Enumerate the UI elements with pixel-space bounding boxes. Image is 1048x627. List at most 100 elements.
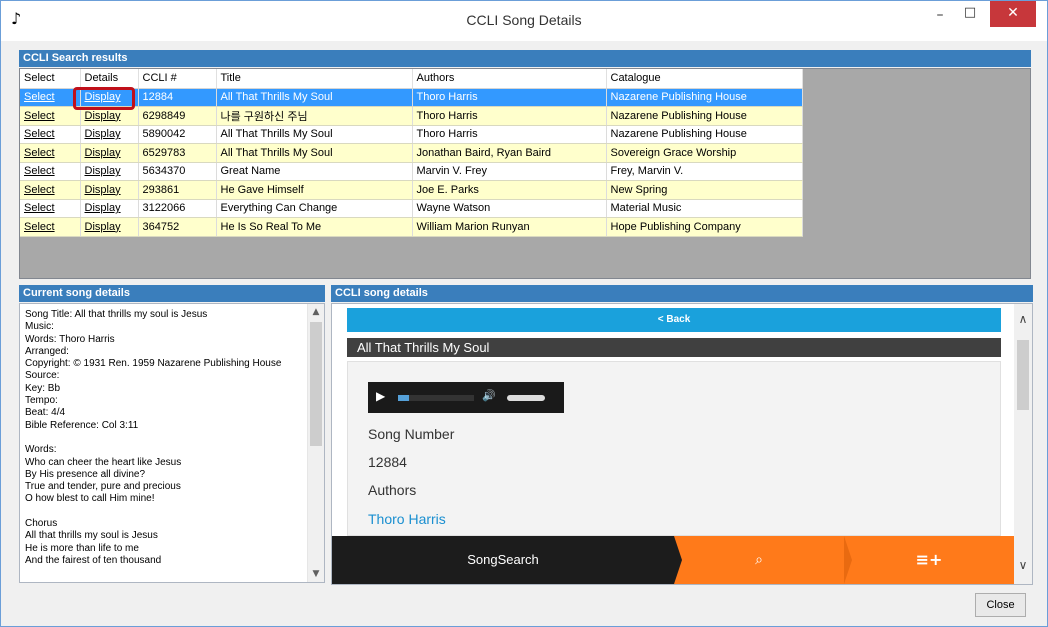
authors-cell: Thoro Harris — [412, 125, 607, 144]
scrollbar-thumb[interactable] — [310, 322, 322, 446]
table-row[interactable]: Select Display 364752 He Is So Real To M… — [20, 217, 803, 237]
title-bar[interactable]: ♪ CCLI Song Details – □ ✕ — [1, 1, 1047, 41]
current-song-details-text-box[interactable]: Song Title: All that thrills my soul is … — [19, 303, 325, 583]
table-row[interactable]: Select Display 6529783 All That Thrills … — [20, 143, 803, 163]
catalogue-cell: Material Music — [606, 199, 803, 218]
volume-slider[interactable] — [507, 395, 545, 401]
authors-cell: Jonathan Baird, Ryan Baird — [412, 143, 607, 163]
select-link[interactable]: Select — [20, 217, 81, 237]
display-link[interactable]: Display — [80, 217, 139, 237]
minimize-button[interactable]: – — [927, 7, 953, 33]
title-cell: He Gave Himself — [216, 180, 413, 200]
maximize-button[interactable]: □ — [957, 5, 983, 31]
select-link[interactable]: Select — [20, 162, 81, 181]
ccli-number-cell: 5634370 — [138, 162, 217, 181]
add-to-list-icon[interactable]: ≡+ — [844, 536, 1014, 584]
table-header-row: Select Details CCLI # Title Authors Cata… — [20, 69, 803, 89]
table-row[interactable]: Select Display 12884 All That Thrills My… — [20, 88, 803, 107]
ccli-web-panel: < Back All That Thrills My Soul ▶ 🔊 Song… — [331, 303, 1033, 585]
display-link[interactable]: Display — [80, 199, 139, 218]
window-title: CCLI Song Details — [466, 12, 582, 28]
nav-divider-arrow — [674, 536, 682, 584]
close-window-button[interactable]: ✕ — [990, 1, 1036, 27]
title-cell: All That Thrills My Soul — [216, 143, 413, 163]
title-cell: Great Name — [216, 162, 413, 181]
ccli-number-cell: 3122066 — [138, 199, 217, 218]
select-link[interactable]: Select — [20, 180, 81, 200]
authors-cell: Marvin V. Frey — [412, 162, 607, 181]
table-row[interactable]: Select Display 5634370 Great Name Marvin… — [20, 162, 803, 181]
select-link[interactable]: Select — [20, 199, 81, 218]
search-results-header: CCLI Search results — [19, 50, 1031, 67]
scroll-down-arrow-icon[interactable]: ∨ — [1014, 558, 1032, 572]
play-icon[interactable]: ▶ — [376, 389, 385, 403]
results-table: Select Details CCLI # Title Authors Cata… — [20, 69, 803, 237]
display-link[interactable]: Display — [80, 180, 139, 200]
column-header-authors[interactable]: Authors — [412, 69, 607, 89]
song-info-card: ▶ 🔊 Song Number 12884 Authors Thoro Harr… — [347, 361, 1001, 536]
close-button[interactable]: Close — [975, 593, 1026, 617]
back-button[interactable]: < Back — [347, 308, 1001, 332]
search-icon[interactable]: ⌕ — [674, 536, 844, 584]
display-link[interactable]: Display — [80, 162, 139, 181]
column-header-title[interactable]: Title — [216, 69, 413, 89]
authors-cell: William Marion Runyan — [412, 217, 607, 237]
table-row[interactable]: Select Display 6298849 나를 구원하신 주님 Thoro … — [20, 106, 803, 126]
scrollbar-thumb[interactable] — [1017, 340, 1029, 410]
authors-cell: Thoro Harris — [412, 88, 607, 107]
audio-player[interactable]: ▶ 🔊 — [368, 382, 564, 413]
ccli-number-cell: 6298849 — [138, 106, 217, 126]
title-cell: All That Thrills My Soul — [216, 88, 413, 107]
ccli-number-cell: 293861 — [138, 180, 217, 200]
author-link[interactable]: Thoro Harris — [368, 511, 446, 527]
scroll-up-arrow-icon[interactable]: ∧ — [1014, 312, 1032, 326]
table-row[interactable]: Select Display 3122066 Everything Can Ch… — [20, 199, 803, 218]
authors-cell: Thoro Harris — [412, 106, 607, 126]
song-details-text: Song Title: All that thrills my soul is … — [25, 309, 282, 566]
ccli-number-cell: 6529783 — [138, 143, 217, 163]
catalogue-cell: Hope Publishing Company — [606, 217, 803, 237]
table-row[interactable]: Select Display 293861 He Gave Himself Jo… — [20, 180, 803, 200]
song-number-label: Song Number — [368, 426, 455, 442]
scroll-up-arrow-icon[interactable]: ▲ — [308, 304, 324, 320]
title-cell: All That Thrills My Soul — [216, 125, 413, 144]
ccli-number-cell: 5890042 — [138, 125, 217, 144]
web-panel-scrollbar[interactable]: ∧ ∨ — [1014, 304, 1032, 584]
authors-label: Authors — [368, 482, 417, 498]
title-cell: Everything Can Change — [216, 199, 413, 218]
table-row[interactable]: Select Display 5890042 All That Thrills … — [20, 125, 803, 144]
volume-icon[interactable]: 🔊 — [482, 389, 496, 402]
column-header-catalogue[interactable]: Catalogue — [606, 69, 803, 89]
select-link[interactable]: Select — [20, 143, 81, 163]
display-highlight-annotation — [73, 87, 135, 110]
song-number-value: 12884 — [368, 454, 407, 470]
column-header-details[interactable]: Details — [80, 69, 139, 89]
search-results-grid[interactable]: Select Details CCLI # Title Authors Cata… — [19, 68, 1031, 279]
select-link[interactable]: Select — [20, 125, 81, 144]
title-cell: 나를 구원하신 주님 — [216, 106, 413, 126]
catalogue-cell: Nazarene Publishing House — [606, 125, 803, 144]
title-cell: He Is So Real To Me — [216, 217, 413, 237]
ccli-number-cell: 12884 — [138, 88, 217, 107]
catalogue-cell: New Spring — [606, 180, 803, 200]
scroll-down-arrow-icon[interactable]: ▼ — [308, 566, 324, 582]
display-link[interactable]: Display — [80, 143, 139, 163]
select-link[interactable]: Select — [20, 88, 81, 107]
ccli-song-details-window: ♪ CCLI Song Details – □ ✕ CCLI Search re… — [0, 0, 1048, 627]
songsearch-nav-button[interactable]: SongSearch — [332, 536, 674, 584]
ccli-number-cell: 364752 — [138, 217, 217, 237]
display-link[interactable]: Display — [80, 125, 139, 144]
nav-divider-arrow — [844, 536, 852, 584]
column-header-ccli[interactable]: CCLI # — [138, 69, 217, 89]
catalogue-cell: Nazarene Publishing House — [606, 106, 803, 126]
audio-progress-bar[interactable] — [398, 395, 474, 401]
song-title-bar: All That Thrills My Soul — [347, 338, 1001, 357]
column-header-select[interactable]: Select — [20, 69, 81, 89]
select-link[interactable]: Select — [20, 106, 81, 126]
catalogue-cell: Frey, Marvin V. — [606, 162, 803, 181]
authors-cell: Wayne Watson — [412, 199, 607, 218]
audio-progress-fill — [398, 395, 409, 401]
catalogue-cell: Nazarene Publishing House — [606, 88, 803, 107]
authors-cell: Joe E. Parks — [412, 180, 607, 200]
details-scrollbar[interactable]: ▲ ▼ — [307, 304, 324, 582]
